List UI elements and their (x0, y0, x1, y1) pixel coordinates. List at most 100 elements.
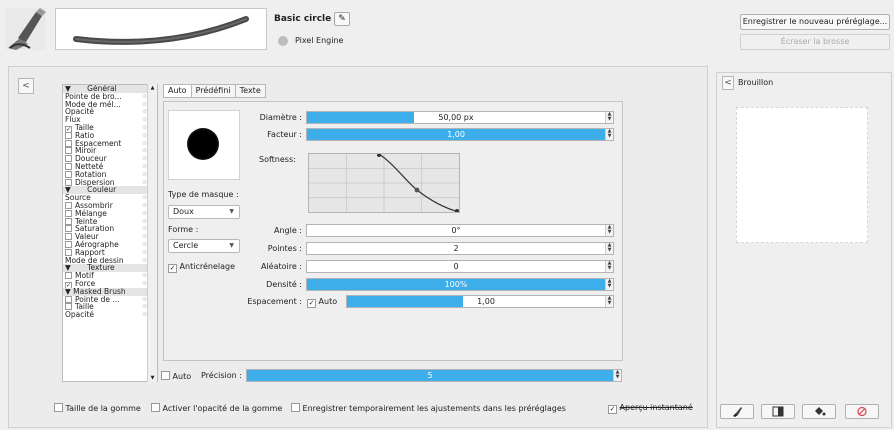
factor-value: 1,00 (447, 130, 465, 139)
overwrite-brush-button[interactable]: Écraser la brosse (740, 34, 890, 50)
softness-label: Softness: (259, 155, 296, 164)
clear-icon[interactable] (845, 404, 879, 419)
spinner-icon[interactable]: ▲ ▼ (605, 225, 613, 236)
spinner-icon[interactable]: ▲ ▼ (605, 279, 613, 290)
factor-slider[interactable]: 1,00 ▲ ▼ (306, 128, 614, 141)
preset-name: Basic circle (274, 14, 332, 24)
density-slider[interactable]: 100% ▲ ▼ (306, 278, 614, 291)
spacing-slider[interactable]: 1,00 ▲ ▼ (346, 295, 614, 308)
eraser-opacity-row[interactable]: Activer l'opacité de la gomme (151, 403, 282, 413)
shape-value: Cercle (173, 241, 199, 250)
antialias-row[interactable]: ✓ Anticrénelage (168, 262, 235, 273)
random-slider[interactable]: 0 ▲ ▼ (306, 260, 614, 273)
brush-options-list[interactable]: ▼ Général Pointe de bro... ⊘ Mode de mél...… (62, 84, 158, 382)
spinner-icon[interactable]: ▲ ▼ (605, 129, 613, 140)
antialias-label: Anticrénelage (179, 262, 235, 271)
shape-select[interactable]: Cercle ▼ (168, 239, 240, 253)
instant-preview-label: Aperçu instantané (619, 403, 693, 412)
option-checkbox[interactable] (65, 272, 72, 280)
engine-label: Pixel Engine (295, 36, 344, 45)
temp-save-checkbox[interactable] (291, 403, 300, 412)
option-checkbox[interactable] (65, 131, 72, 139)
spinner-icon[interactable]: ▲ ▼ (605, 261, 613, 272)
option-checkbox[interactable] (65, 295, 72, 303)
spinner-icon[interactable]: ▲ ▼ (605, 112, 613, 123)
option-checkbox[interactable] (65, 240, 72, 248)
option-checkbox[interactable] (65, 147, 72, 155)
antialias-checkbox[interactable]: ✓ (168, 264, 177, 273)
option-checkbox[interactable] (65, 139, 72, 147)
instant-preview-row[interactable]: ✓ Aperçu instantané (608, 403, 693, 414)
shape-label: Forme : (168, 225, 199, 234)
option-checkbox[interactable] (65, 155, 72, 163)
spacing-auto-row[interactable]: ✓ Auto (307, 297, 337, 308)
tab-text[interactable]: Texte (234, 84, 266, 98)
instant-preview-checkbox[interactable]: ✓ (608, 405, 617, 414)
option-checkbox[interactable] (65, 201, 72, 209)
edit-pencil-icon[interactable]: ✎ (334, 12, 350, 26)
spikes-slider[interactable]: 2 ▲ ▼ (306, 242, 614, 255)
softness-curve[interactable] (308, 153, 460, 213)
fill-bucket-icon[interactable] (802, 404, 836, 419)
paint-brush-icon[interactable] (720, 404, 754, 419)
spinner-icon[interactable]: ▲ ▼ (605, 296, 613, 307)
eraser-opacity-label: Activer l'opacité de la gomme (162, 404, 283, 413)
precision-auto-row[interactable]: Auto (161, 371, 191, 381)
option-checkbox[interactable] (65, 170, 72, 178)
precision-auto-label: Auto (172, 372, 192, 381)
precision-slider[interactable]: 5 ▲ ▼ (246, 369, 622, 382)
tab-auto[interactable]: Auto (163, 84, 192, 98)
diameter-value: 50,00 px (438, 113, 474, 122)
eraser-opacity-checkbox[interactable] (151, 403, 160, 412)
tip-tabs: Auto Prédéfini Texte (163, 84, 266, 98)
random-label: Aléatoire : (260, 262, 302, 271)
precision-value: 5 (427, 371, 433, 380)
angle-value: 0° (451, 226, 461, 235)
scratchpad-canvas[interactable] (736, 107, 868, 243)
options-scrollbar[interactable]: ▲ ▼ (147, 84, 157, 382)
stroke-preview (55, 8, 267, 50)
spacing-auto-label: Auto (318, 297, 338, 306)
save-new-preset-button[interactable]: Enregistrer le nouveau préréglage... (740, 14, 890, 30)
engine-icon (278, 36, 288, 46)
chevron-down-icon: ▼ (229, 242, 234, 249)
mask-type-label: Type de masque : (168, 190, 239, 199)
precision-label: Précision : (201, 371, 242, 380)
option-checkbox[interactable] (65, 225, 72, 233)
factor-label: Facteur : (267, 130, 302, 139)
eraser-size-label: Taille de la gomme (65, 404, 141, 413)
scratchpad-title: Brouillon (738, 78, 774, 87)
temp-save-row[interactable]: Enregistrer temporairement les ajustemen… (291, 403, 566, 413)
density-label: Densité : (266, 280, 302, 289)
option-checkbox[interactable] (65, 209, 72, 217)
expand-arrow-icon[interactable]: ▼ (65, 287, 73, 296)
spikes-label: Pointes : (267, 244, 302, 253)
random-value: 0 (453, 262, 459, 271)
spikes-value: 2 (453, 244, 459, 253)
spacing-auto-checkbox[interactable]: ✓ (307, 299, 316, 308)
density-value: 100% (444, 280, 468, 289)
spinner-icon[interactable]: ▲ ▼ (613, 370, 621, 381)
option-checkbox[interactable] (65, 217, 72, 225)
angle-slider[interactable]: 0° ▲ ▼ (306, 224, 614, 237)
tab-predefined[interactable]: Prédéfini (190, 84, 236, 98)
collapse-left-icon[interactable]: < (18, 78, 34, 94)
option-checkbox[interactable] (65, 162, 72, 170)
mask-type-select[interactable]: Doux ▼ (168, 205, 240, 219)
diameter-slider[interactable]: 50,00 px ▲ ▼ (306, 111, 614, 124)
brush-icon[interactable] (6, 8, 46, 50)
collapse-right-icon[interactable]: < (722, 76, 734, 90)
diameter-label: Diamètre : (259, 113, 302, 122)
spacing-value: 1,00 (477, 297, 495, 306)
eraser-size-row[interactable]: Taille de la gomme (54, 403, 141, 413)
chevron-down-icon: ▼ (229, 208, 234, 215)
mask-type-value: Doux (173, 207, 194, 216)
fill-gradient-icon[interactable] (761, 404, 795, 419)
spinner-icon[interactable]: ▲ ▼ (605, 243, 613, 254)
precision-auto-checkbox[interactable] (161, 371, 170, 380)
temp-save-label: Enregistrer temporairement les ajustemen… (302, 404, 566, 413)
option-row[interactable]: Opacité ⊘ (63, 311, 157, 319)
option-checkbox[interactable] (65, 233, 72, 241)
expand-arrow-icon[interactable]: ▼ (65, 263, 73, 272)
eraser-size-checkbox[interactable] (54, 403, 63, 412)
